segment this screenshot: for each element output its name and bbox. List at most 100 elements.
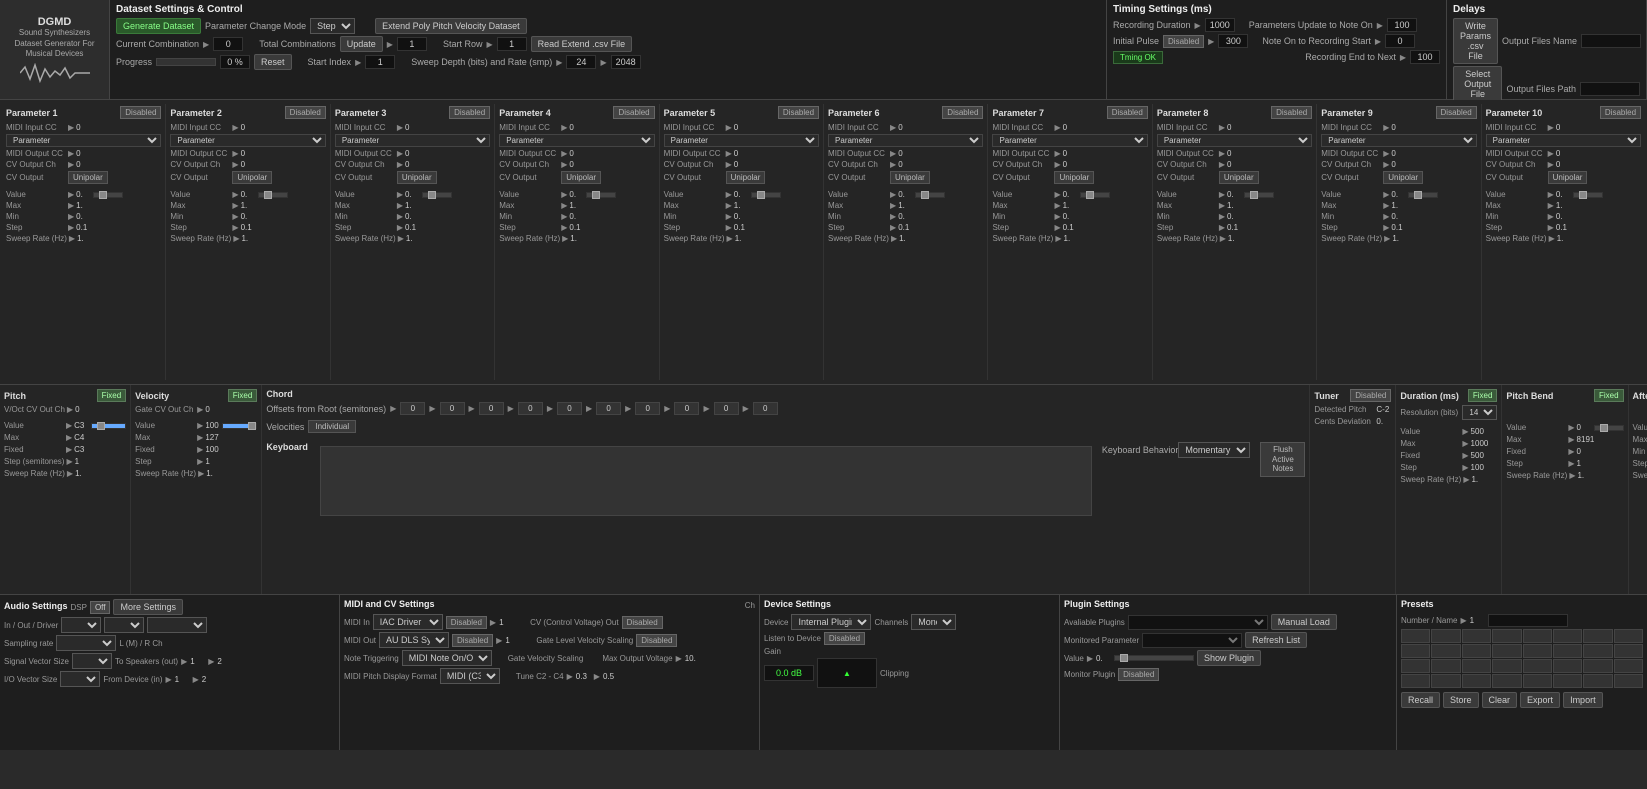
preset-cell-14[interactable] [1553,644,1582,658]
param-7-status[interactable]: Disabled [1107,106,1148,119]
note-triggering-select[interactable]: MIDI Note On/Off [402,650,492,666]
preset-cell-28[interactable] [1492,674,1521,688]
current-combination-arrow[interactable]: ▶ [203,40,209,49]
unipolar-btn-2[interactable]: Unipolar [232,171,272,184]
import-button[interactable]: Import [1563,692,1603,708]
preset-cell-10[interactable] [1431,644,1460,658]
param-5-type-select[interactable]: Parameter [664,134,819,147]
value-slider[interactable] [93,192,123,198]
extend-poly-button[interactable]: Extend Poly Pitch Velocity Dataset [375,18,527,34]
param-6-status[interactable]: Disabled [942,106,983,119]
output-files-name-input[interactable] [1581,34,1641,48]
driver-select-1[interactable] [61,617,101,633]
preset-cell-13[interactable] [1523,644,1552,658]
preset-name-input[interactable] [1488,614,1568,627]
preset-cell-32[interactable] [1614,674,1643,688]
velocity-value-slider[interactable] [222,423,257,429]
preset-cell-30[interactable] [1553,674,1582,688]
unipolar-btn[interactable]: Unipolar [68,171,108,184]
keyboard-container[interactable]: // Will be drawn inline [320,446,1092,516]
preset-cell-26[interactable] [1431,674,1460,688]
value-slider-4[interactable] [586,192,616,198]
midi-in-driver-select[interactable]: IAC Driver ... [373,614,443,630]
preset-cell-7[interactable] [1583,629,1612,643]
duration-status-btn[interactable]: Fixed [1468,389,1498,402]
preset-cell-17[interactable] [1401,659,1430,673]
update-button[interactable]: Update [340,36,383,52]
read-extend-button[interactable]: Read Extend .csv File [531,36,633,52]
driver-select-2[interactable] [104,617,144,633]
show-plugin-button[interactable]: Show Plugin [1197,650,1261,666]
initial-pulse-btn[interactable]: Disabled [1163,35,1204,48]
preset-cell-23[interactable] [1583,659,1612,673]
pitch-value-slider[interactable] [91,423,126,429]
param-1-type-select[interactable]: Parameter [6,134,161,147]
unipolar-btn-7[interactable]: Unipolar [1054,171,1094,184]
monitored-param-select[interactable] [1142,633,1242,648]
preset-cell-29[interactable] [1523,674,1552,688]
recall-button[interactable]: Recall [1401,692,1440,708]
individual-btn[interactable]: Individual [308,420,356,433]
param-9-type-select[interactable]: Parameter [1321,134,1476,147]
preset-cell-18[interactable] [1431,659,1460,673]
channels-select[interactable]: Mono [911,614,956,630]
preset-cell-9[interactable] [1401,644,1430,658]
param-6-type-select[interactable]: Parameter [828,134,983,147]
param-8-type-select[interactable]: Parameter [1157,134,1312,147]
preset-cell-2[interactable] [1431,629,1460,643]
value-slider-9[interactable] [1408,192,1438,198]
listen-to-device-btn[interactable]: Disabled [824,632,865,645]
preset-cell-15[interactable] [1583,644,1612,658]
unipolar-btn-6[interactable]: Unipolar [890,171,930,184]
pitchbend-status-btn[interactable]: Fixed [1594,389,1624,402]
unipolar-btn-4[interactable]: Unipolar [561,171,601,184]
value-slider-5[interactable] [751,192,781,198]
preset-cell-19[interactable] [1462,659,1491,673]
gate-level-status-btn[interactable]: Disabled [636,634,677,647]
unipolar-btn-8[interactable]: Unipolar [1219,171,1259,184]
pitchbend-value-slider[interactable] [1594,425,1624,431]
value-slider-6[interactable] [915,192,945,198]
reset-button[interactable]: Reset [254,54,292,70]
param-2-type-select[interactable]: Parameter [170,134,325,147]
write-params-button[interactable]: Write Params .csv File [1453,18,1498,64]
signal-vector-select[interactable] [72,653,112,669]
param-4-status[interactable]: Disabled [613,106,654,119]
value-slider-3[interactable] [422,192,452,198]
driver-select-3[interactable] [147,617,207,633]
midi-out-driver-select[interactable]: AU DLS Syn... [379,632,449,648]
param-5-status[interactable]: Disabled [778,106,819,119]
more-settings-button[interactable]: More Settings [113,599,183,615]
param-10-type-select[interactable]: Parameter [1486,134,1641,147]
param-10-status[interactable]: Disabled [1600,106,1641,119]
param-1-status[interactable]: Disabled [120,106,161,119]
available-plugins-select[interactable] [1128,615,1268,630]
preset-cell-6[interactable] [1553,629,1582,643]
preset-cell-31[interactable] [1583,674,1612,688]
clear-button[interactable]: Clear [1482,692,1518,708]
param-4-type-select[interactable]: Parameter [499,134,654,147]
resolution-select[interactable]: 14 [1462,405,1497,420]
store-button[interactable]: Store [1443,692,1479,708]
unipolar-btn-10[interactable]: Unipolar [1548,171,1588,184]
preset-cell-3[interactable] [1462,629,1491,643]
preset-cell-1[interactable] [1401,629,1430,643]
io-vector-select[interactable] [60,671,100,687]
preset-cell-20[interactable] [1492,659,1521,673]
value-slider-8[interactable] [1244,192,1274,198]
midi-in-status-btn[interactable]: Disabled [446,616,487,629]
velocity-status-btn[interactable]: Fixed [228,389,258,402]
value-slider-10[interactable] [1573,192,1603,198]
param-3-status[interactable]: Disabled [449,106,490,119]
refresh-list-button[interactable]: Refresh List [1245,632,1307,648]
flush-active-notes-button[interactable]: FlushActiveNotes [1260,442,1305,477]
unipolar-btn-9[interactable]: Unipolar [1383,171,1423,184]
preset-cell-25[interactable] [1401,674,1430,688]
preset-cell-5[interactable] [1523,629,1552,643]
export-button[interactable]: Export [1520,692,1560,708]
pitch-status-btn[interactable]: Fixed [97,389,127,402]
param-9-status[interactable]: Disabled [1436,106,1477,119]
preset-cell-21[interactable] [1523,659,1552,673]
keyboard-behavior-select[interactable]: Momentary [1178,442,1250,458]
monitor-plugin-btn[interactable]: Disabled [1118,668,1159,681]
